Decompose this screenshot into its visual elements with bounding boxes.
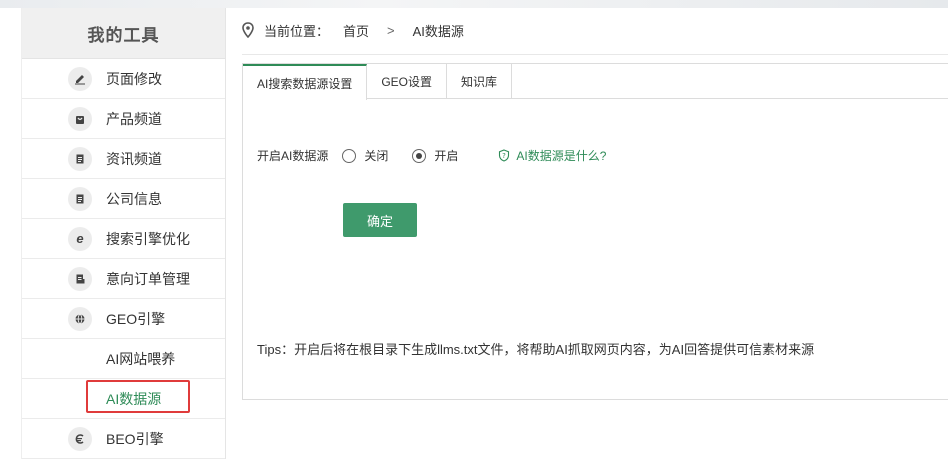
location-pin-icon [242, 22, 254, 38]
sidebar-item-label: 产品频道 [106, 110, 162, 127]
enable-ai-datasource-label: 开启AI数据源 [257, 149, 329, 163]
sidebar-item-label: 公司信息 [106, 190, 162, 207]
top-strip [0, 0, 948, 8]
breadcrumb-divider [242, 54, 948, 55]
tips-text: Tips：开启后将在根目录下生成llms.txt文件，将帮助AI抓取网页内容，为… [257, 342, 815, 357]
sidebar-item-label: GEO引擎 [106, 310, 166, 327]
page: 我的工具 页面修改 产品频道 资讯频道 公司信息 e 搜索引擎优化 意向订单管理… [0, 8, 948, 459]
help-link-text: AI数据源是什么? [516, 149, 607, 163]
sidebar-item-label: 资讯频道 [106, 150, 162, 167]
highlight-box [86, 380, 190, 413]
sidebar-item-geo[interactable]: GEO引擎 [22, 299, 225, 339]
radio-off-circle[interactable] [342, 148, 357, 163]
breadcrumb-current: AI数据源 [412, 23, 464, 39]
radio-on-circle[interactable] [412, 148, 427, 163]
sidebar-item-orders[interactable]: 意向订单管理 [22, 259, 225, 299]
tab-knowledge-base[interactable]: 知识库 [447, 64, 513, 99]
radio-on[interactable]: 开启 [412, 147, 458, 164]
ie-icon: e [68, 226, 92, 251]
sidebar: 我的工具 页面修改 产品频道 资讯频道 公司信息 e 搜索引擎优化 意向订单管理… [21, 8, 226, 459]
document-icon [68, 186, 92, 211]
document-icon [68, 146, 92, 171]
sidebar-item-label: BEO引擎 [106, 430, 164, 447]
sidebar-item-label: 意向订单管理 [106, 270, 190, 287]
content-panel: AI搜索数据源设置 GEO设置 知识库 开启AI数据源 关闭 开启 ? AI数据… [242, 63, 948, 400]
breadcrumb-prefix: 当前位置： [264, 23, 330, 39]
radio-off[interactable]: 关闭 [342, 147, 388, 164]
shopping-bag-icon [68, 106, 92, 131]
svg-text:?: ? [503, 152, 507, 160]
edit-icon [68, 66, 92, 91]
sidebar-item-news[interactable]: 资讯频道 [22, 139, 225, 179]
sidebar-item-label: 搜索引擎优化 [106, 230, 190, 247]
globe-icon [68, 306, 92, 331]
tab-bar: AI搜索数据源设置 GEO设置 知识库 [243, 64, 948, 100]
radio-off-label: 关闭 [364, 149, 389, 163]
sidebar-item-page-edit[interactable]: 页面修改 [22, 59, 225, 99]
tab-geo-settings[interactable]: GEO设置 [367, 64, 448, 99]
sidebar-item-beo[interactable]: BEO引擎 [22, 419, 225, 459]
radio-on-label: 开启 [434, 149, 459, 163]
shield-question-icon: ? [498, 149, 510, 162]
enable-ai-datasource-row: 开启AI数据源 关闭 开启 ? AI数据源是什么? [257, 147, 606, 164]
breadcrumb-separator: > [387, 22, 395, 38]
tab-ai-search-datasource[interactable]: AI搜索数据源设置 [243, 64, 368, 100]
confirm-button[interactable]: 确定 [343, 203, 417, 237]
sidebar-subitem-ai-feeding[interactable]: AI网站喂养 [22, 339, 225, 379]
sidebar-item-company-info[interactable]: 公司信息 [22, 179, 225, 219]
sidebar-item-label: 页面修改 [106, 70, 162, 87]
order-icon [68, 266, 92, 291]
sidebar-subitem-ai-datasource[interactable]: AI数据源 [22, 379, 225, 419]
beo-icon [68, 426, 92, 451]
sidebar-item-products[interactable]: 产品频道 [22, 99, 225, 139]
sidebar-item-seo[interactable]: e 搜索引擎优化 [22, 219, 225, 259]
help-link[interactable]: ? AI数据源是什么? [498, 147, 606, 164]
sidebar-subitem-label: AI网站喂养 [106, 350, 176, 367]
sidebar-title: 我的工具 [22, 8, 225, 59]
breadcrumb: 当前位置： 首页 > AI数据源 [242, 8, 464, 52]
breadcrumb-home-link[interactable]: 首页 [343, 21, 369, 40]
